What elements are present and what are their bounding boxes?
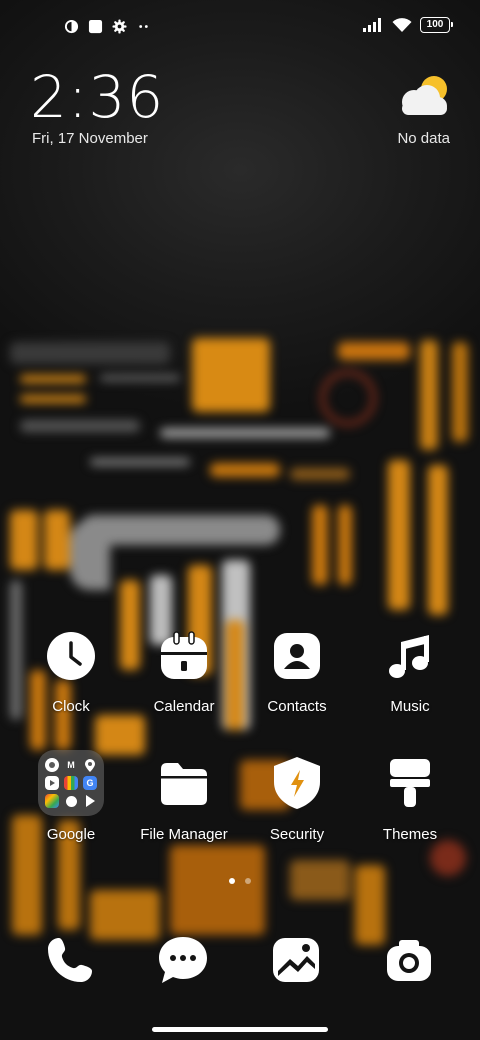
gmail-icon: M — [67, 760, 75, 770]
themes-icon — [378, 750, 442, 816]
page-indicator[interactable] — [0, 878, 480, 884]
app-label: Calendar — [153, 698, 215, 715]
app-calendar[interactable]: Calendar — [129, 624, 239, 715]
phone-icon — [48, 938, 92, 982]
battery-icon: 100 — [420, 17, 453, 33]
app-themes[interactable]: Themes — [355, 750, 465, 843]
contacts-icon — [265, 624, 329, 688]
security-icon — [265, 750, 329, 816]
camera-icon — [387, 940, 431, 981]
page-dot-2[interactable] — [245, 878, 251, 884]
dock-camera[interactable] — [377, 928, 441, 992]
dock-phone[interactable] — [38, 928, 102, 992]
dock-gallery[interactable] — [264, 928, 328, 992]
clock-icon — [39, 624, 103, 688]
more-dots-icon — [139, 25, 148, 28]
app-music[interactable]: Music — [355, 624, 465, 715]
wallpaper — [0, 0, 480, 1040]
dock-messages[interactable] — [151, 928, 215, 992]
calendar-icon — [152, 624, 216, 688]
assistant-icon — [64, 794, 78, 808]
partly-cloudy-icon[interactable] — [396, 72, 452, 122]
play-store-icon — [83, 794, 97, 808]
app-label: Contacts — [267, 698, 327, 715]
weather-status[interactable]: No data — [397, 130, 450, 147]
status-bar: 100 — [0, 0, 480, 56]
music-icon — [378, 624, 442, 688]
page-dot-1[interactable] — [229, 878, 235, 884]
settings-gear-icon — [112, 19, 127, 34]
status-system: 100 — [362, 17, 453, 33]
clock-widget-date[interactable]: Fri, 17 November — [32, 130, 148, 147]
translate-icon: G — [83, 776, 97, 790]
wifi-icon — [392, 18, 412, 32]
clock-widget-time[interactable]: 2:36 — [30, 64, 164, 130]
app-label: Music — [390, 698, 430, 715]
folder-icon: M G — [38, 750, 104, 816]
file-manager-icon — [152, 750, 216, 816]
notification-app-icon — [64, 19, 79, 34]
app-security[interactable]: Security — [242, 750, 352, 843]
google-icon — [64, 776, 78, 790]
photos-icon — [45, 794, 59, 808]
app-clock[interactable]: Clock — [16, 624, 126, 715]
notification-square-icon — [88, 19, 103, 34]
youtube-icon — [45, 776, 59, 790]
app-folder-google[interactable]: M G Google — [16, 750, 126, 843]
app-label: Themes — [382, 826, 438, 843]
app-label: File Manager — [140, 826, 228, 843]
status-notifications — [64, 19, 151, 34]
app-label: Clock — [52, 698, 90, 715]
app-file-manager[interactable]: File Manager — [129, 750, 239, 843]
messages-icon — [159, 937, 207, 983]
gallery-icon — [273, 938, 319, 982]
signal-icon — [363, 18, 381, 32]
maps-icon — [83, 758, 97, 772]
chrome-icon — [45, 758, 59, 772]
home-indicator[interactable] — [152, 1027, 328, 1032]
app-label: Security — [269, 826, 325, 843]
app-contacts[interactable]: Contacts — [242, 624, 352, 715]
app-label: Google — [46, 826, 96, 843]
